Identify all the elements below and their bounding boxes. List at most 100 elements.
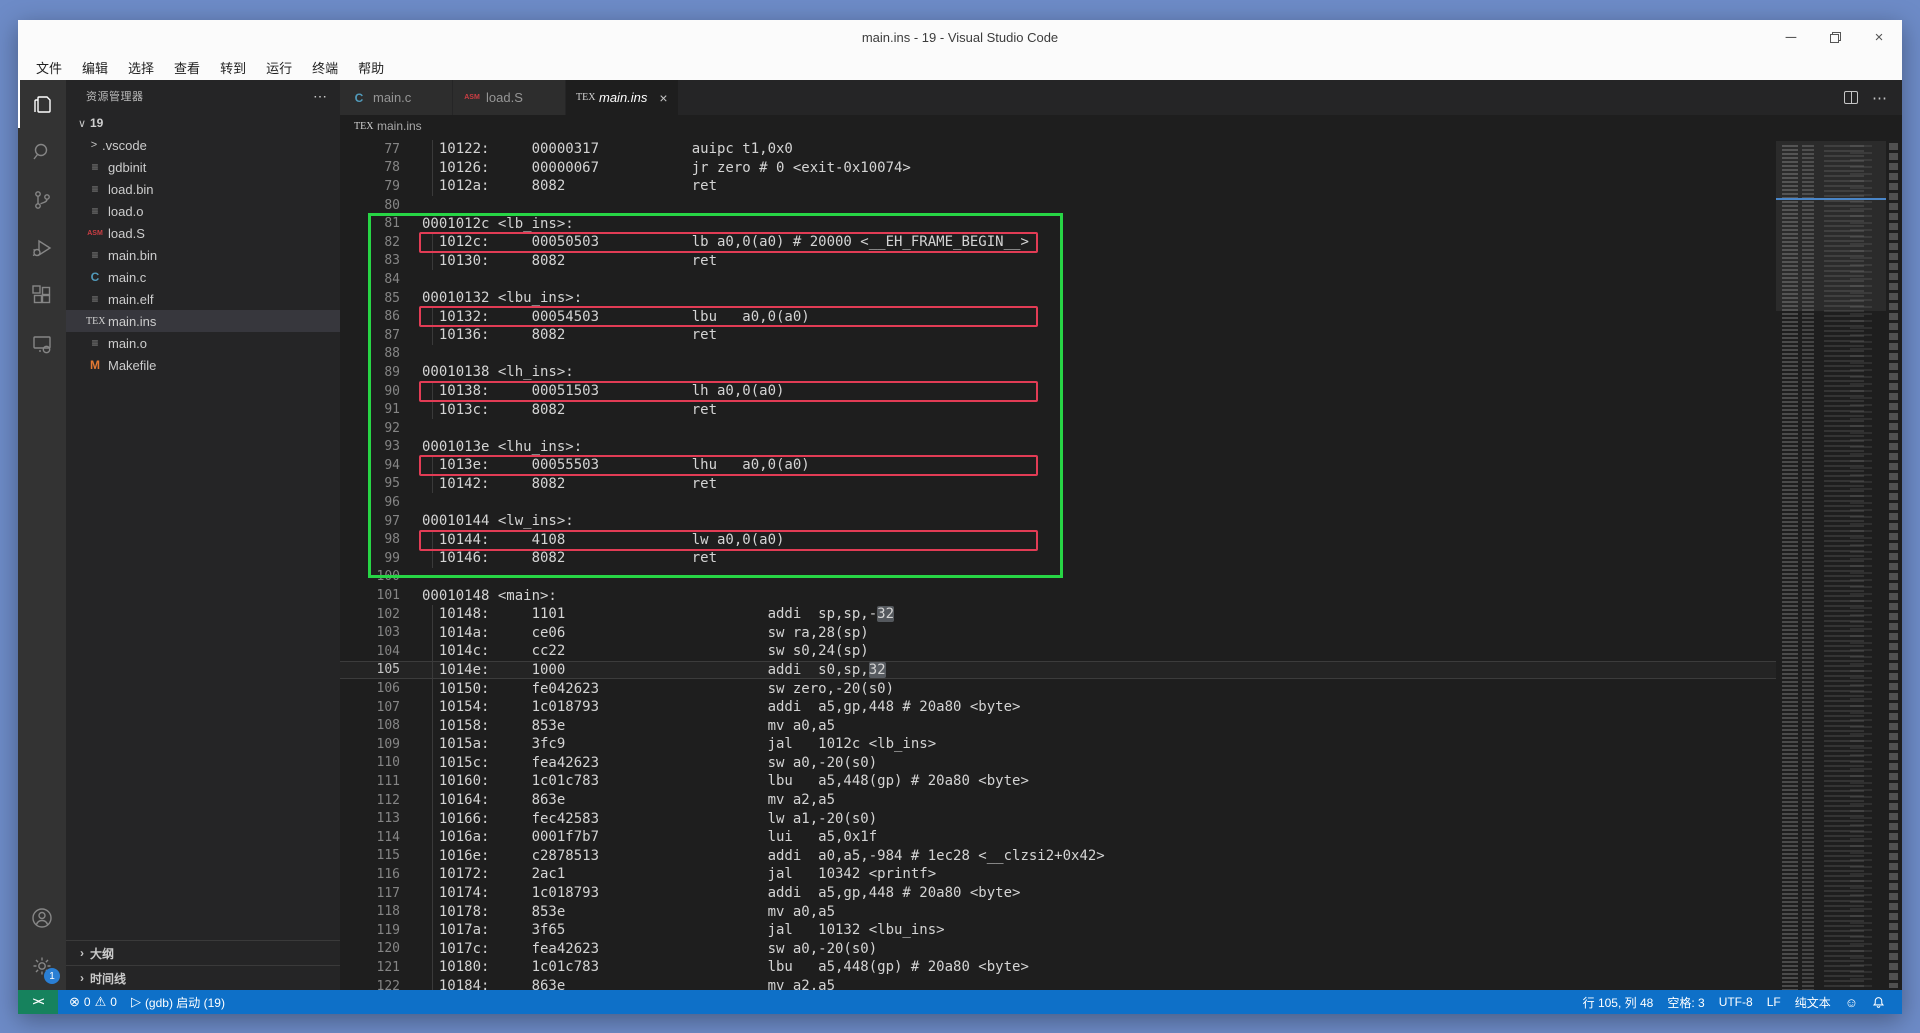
- restore-button[interactable]: [1820, 24, 1850, 50]
- activity-remote-explorer[interactable]: [18, 320, 66, 368]
- activity-run-debug[interactable]: [18, 224, 66, 272]
- code-line: 121 10180: 1c01c783 lbu a5,448(gp) # 20a…: [340, 958, 1776, 977]
- activity-search[interactable]: [18, 128, 66, 176]
- activity-explorer[interactable]: [18, 80, 66, 128]
- line-text: 1013c: 8082 ret: [400, 402, 717, 418]
- code-line: 87 10136: 8082 ret: [340, 326, 1776, 345]
- code-line: 98 10144: 4108 lw a0,0(a0): [340, 530, 1776, 549]
- indentation-setting[interactable]: 空格: 3: [1660, 990, 1711, 1014]
- tree-item-main-bin[interactable]: ≡ main.bin: [66, 244, 340, 266]
- chevron-right-icon: >: [86, 139, 102, 151]
- notifications-button[interactable]: [1865, 990, 1892, 1014]
- tree-item-vscode[interactable]: > .vscode: [66, 134, 340, 156]
- line-number: 114: [340, 830, 400, 845]
- line-number: 113: [340, 811, 400, 826]
- search-icon: [30, 140, 54, 164]
- line-text: 10138: 00051503 lh a0,0(a0): [400, 383, 784, 399]
- line-number: 100: [340, 569, 400, 584]
- tree-item-main-c[interactable]: C main.c: [66, 266, 340, 288]
- line-number: 95: [340, 476, 400, 491]
- menu-file[interactable]: 文件: [26, 55, 72, 80]
- tree-item-load-o[interactable]: ≡ load.o: [66, 200, 340, 222]
- menu-edit[interactable]: 编辑: [72, 55, 118, 80]
- tab-main-c[interactable]: C main.c: [340, 80, 452, 115]
- tree-item-gdbinit[interactable]: ≡ gdbinit: [66, 156, 340, 178]
- outline-panel-header[interactable]: › 大纲: [66, 940, 340, 965]
- explorer-more-button[interactable]: ⋯: [313, 88, 328, 105]
- menu-selection[interactable]: 选择: [118, 55, 164, 80]
- code-line: 113 10166: fec42583 lw a1,-20(s0): [340, 809, 1776, 828]
- code-line: 115 1016e: c2878513 addi a0,a5,-984 # 1e…: [340, 847, 1776, 866]
- menu-goto[interactable]: 转到: [210, 55, 256, 80]
- errors-icon: ⊗: [69, 994, 80, 1010]
- tab-load-s[interactable]: ASM load.S: [453, 80, 565, 115]
- activity-bar: 1: [18, 80, 66, 990]
- overview-ruler[interactable]: [1886, 137, 1902, 990]
- code-line: 96: [340, 493, 1776, 512]
- more-actions-icon[interactable]: ⋯: [1872, 89, 1888, 107]
- files-icon: [31, 92, 55, 116]
- code-line: 105 1014e: 1000 addi s0,sp,32: [340, 661, 1776, 680]
- breadcrumb[interactable]: TEX main.ins: [340, 115, 1902, 137]
- line-text: 10130: 8082 ret: [400, 253, 717, 269]
- account-button[interactable]: [18, 894, 66, 942]
- language-mode[interactable]: 纯文本: [1788, 990, 1838, 1014]
- code-line: 109 1015a: 3fc9 jal 1012c <lb_ins>: [340, 735, 1776, 754]
- line-text: 1015c: fea42623 sw a0,-20(s0): [400, 755, 877, 771]
- line-number: 99: [340, 551, 400, 566]
- tree-item-main-ins[interactable]: TEX main.ins: [66, 310, 340, 332]
- menu-run[interactable]: 运行: [256, 55, 302, 80]
- line-text: 10158: 853e mv a0,a5: [400, 718, 835, 734]
- line-number: 94: [340, 458, 400, 473]
- tab-close-icon[interactable]: ×: [659, 90, 667, 106]
- tex-file-icon: TEX: [576, 92, 594, 103]
- line-number: 119: [340, 923, 400, 938]
- line-number: 81: [340, 216, 400, 231]
- file-icon: ≡: [86, 292, 104, 306]
- minimap-slider[interactable]: [1776, 141, 1886, 311]
- minimize-button[interactable]: ─: [1776, 24, 1806, 50]
- menu-terminal[interactable]: 终端: [302, 55, 348, 80]
- line-text: 10150: fe042623 sw zero,-20(s0): [400, 681, 894, 697]
- minimap[interactable]: [1776, 137, 1886, 990]
- tree-item-load-bin[interactable]: ≡ load.bin: [66, 178, 340, 200]
- tree-item-makefile[interactable]: M Makefile: [66, 354, 340, 376]
- line-number: 78: [340, 160, 400, 175]
- line-text: 1014a: ce06 sw ra,28(sp): [400, 625, 869, 641]
- settings-button[interactable]: 1: [18, 942, 66, 990]
- problems-indicator[interactable]: ⊗ 0 ⚠ 0: [62, 990, 124, 1014]
- word-highlight: 32: [877, 606, 894, 622]
- cursor-position[interactable]: 行 105, 列 48: [1576, 990, 1661, 1014]
- tree-item-load-s[interactable]: ASM load.S: [66, 222, 340, 244]
- eol-setting[interactable]: LF: [1760, 990, 1788, 1014]
- activity-extensions[interactable]: [18, 272, 66, 320]
- code-line: 81 0001012c <lb_ins>:: [340, 214, 1776, 233]
- remote-indicator[interactable]: ><: [18, 990, 58, 1014]
- close-button[interactable]: ×: [1864, 24, 1894, 50]
- tree-item-main-o[interactable]: ≡ main.o: [66, 332, 340, 354]
- breadcrumb-item: main.ins: [377, 119, 422, 133]
- debug-status[interactable]: ▷ (gdb) 启动 (19): [124, 990, 232, 1014]
- activity-source-control[interactable]: [18, 176, 66, 224]
- encoding-setting[interactable]: UTF-8: [1712, 990, 1760, 1014]
- code-line: 78 10126: 00000067 jr zero # 0 <exit-0x1…: [340, 159, 1776, 178]
- line-number: 93: [340, 439, 400, 454]
- tab-main-ins[interactable]: TEX main.ins ×: [566, 80, 678, 115]
- menu-help[interactable]: 帮助: [348, 55, 394, 80]
- menu-view[interactable]: 查看: [164, 55, 210, 80]
- line-text: 10126: 00000067 jr zero # 0 <exit-0x1007…: [400, 160, 911, 176]
- line-text: 10146: 8082 ret: [400, 550, 717, 566]
- file-icon: ≡: [86, 182, 104, 196]
- code-line: 91 1013c: 8082 ret: [340, 400, 1776, 419]
- line-number: 96: [340, 495, 400, 510]
- tree-item-main-elf[interactable]: ≡ main.elf: [66, 288, 340, 310]
- feedback-button[interactable]: ☺: [1838, 990, 1865, 1014]
- code-editor[interactable]: 77 10122: 00000317 auipc t1,0x0 78 10126…: [340, 137, 1902, 990]
- timeline-panel-header[interactable]: › 时间线: [66, 965, 340, 990]
- editor-group: C main.c ASM load.S TEX main.ins × ⋯: [340, 80, 1902, 990]
- code-line: 103 1014a: ce06 sw ra,28(sp): [340, 623, 1776, 642]
- code-line: 100: [340, 568, 1776, 587]
- tree-root-19[interactable]: ∨ 19: [66, 112, 340, 134]
- split-editor-icon[interactable]: [1844, 91, 1858, 104]
- bell-icon: [1872, 996, 1885, 1009]
